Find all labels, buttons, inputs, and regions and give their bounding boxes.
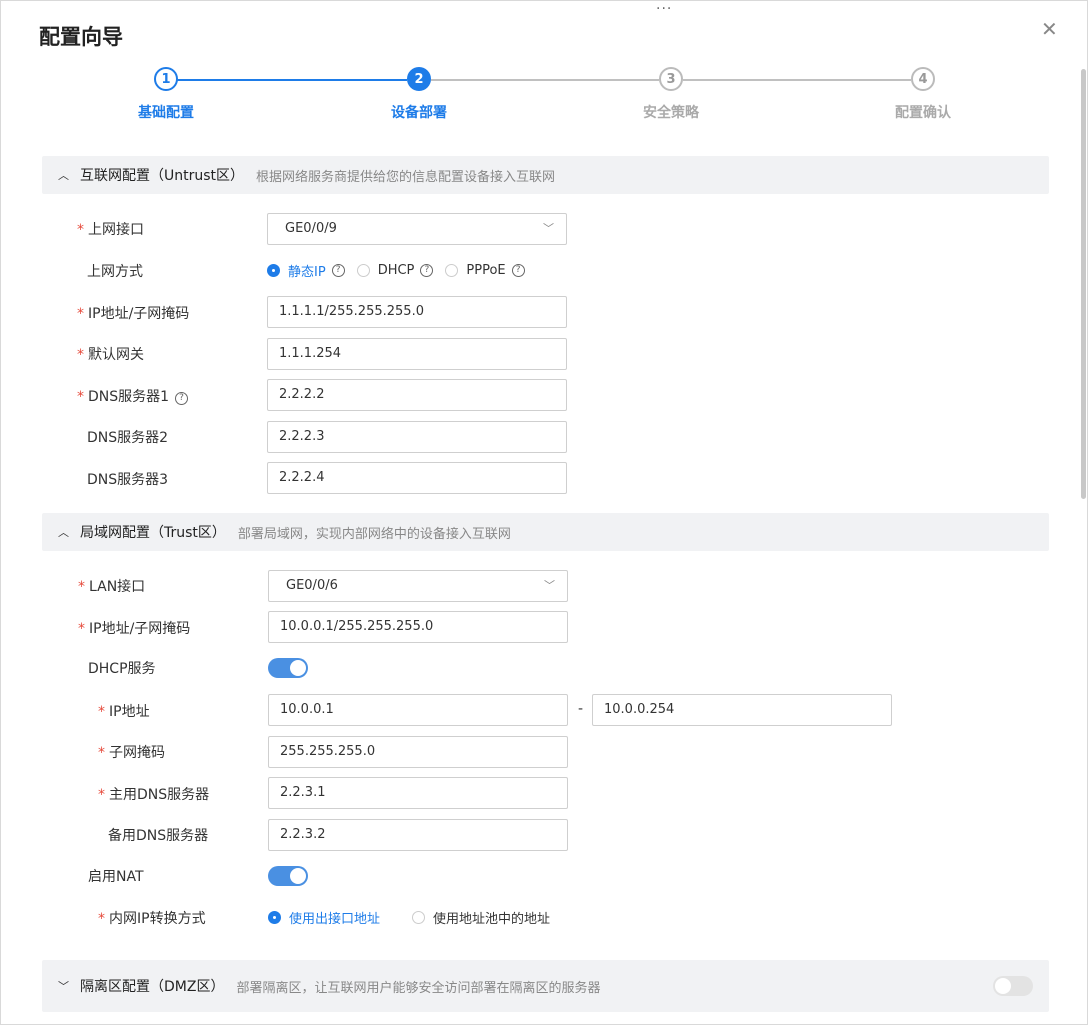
dns3-input[interactable]: 2.2.2.4: [267, 462, 567, 494]
step-1-circle[interactable]: 1: [154, 67, 178, 91]
select-value: GE0/0/9: [285, 221, 337, 236]
gateway-input[interactable]: 1.1.1.254: [267, 338, 567, 370]
radio-dot: [412, 911, 426, 924]
enable-nat-toggle[interactable]: [268, 866, 308, 886]
chevron-down-icon: ﹀: [544, 579, 555, 592]
dns3-label: DNS服务器3: [87, 472, 169, 488]
pool-end-input[interactable]: 10.0.0.254: [592, 694, 892, 726]
lan-section-header[interactable]: ︿ 局域网配置（Trust区） 部署局域网，实现内部网络中的设备接入互联网: [42, 513, 1049, 551]
ip-mask-label: * IP地址/子网掩码: [77, 306, 190, 322]
pool-start-input[interactable]: 10.0.0.1: [268, 694, 568, 726]
close-icon[interactable]: ✕: [1041, 19, 1058, 39]
subnet-mask-input[interactable]: 255.255.255.0: [268, 736, 568, 768]
chevron-up-icon[interactable]: ︿: [58, 524, 80, 540]
step-1-label[interactable]: 基础配置: [106, 102, 226, 122]
internet-section-header[interactable]: ︿ 互联网配置（Untrust区） 根据网络服务商提供给您的信息配置设备接入互联…: [42, 156, 1049, 194]
lan-ip-mask-label: * IP地址/子网掩码: [78, 621, 191, 637]
enable-nat-label: 启用NAT: [88, 869, 144, 885]
radio-dot: [356, 264, 370, 277]
uplink-interface-select[interactable]: GE0/0/9 ﹀: [267, 213, 567, 245]
radio-dot: [445, 264, 459, 277]
nat-mode-label: * 内网IP转换方式: [98, 911, 206, 927]
radio-dhcp[interactable]: DHCP?: [356, 263, 434, 278]
section-description: 根据网络服务商提供给您的信息配置设备接入互联网: [256, 169, 556, 185]
dns2-label: DNS服务器2: [87, 430, 169, 446]
gateway-label: * 默认网关: [77, 347, 144, 363]
dmz-section-header[interactable]: ﹀ 隔离区配置（DMZ区） 部署隔离区，让互联网用户能够安全访问部署在隔离区的服…: [42, 960, 1049, 1012]
lan-interface-select[interactable]: GE0/0/6 ﹀: [268, 570, 568, 602]
section-description: 部署局域网，实现内部网络中的设备接入互联网: [237, 526, 511, 542]
step-connector: [431, 79, 659, 81]
nat-mode-radio-group: 使用出接口地址 使用地址池中的地址: [268, 908, 562, 927]
dhcp-service-label: DHCP服务: [88, 661, 156, 677]
secondary-dns-label: 备用DNS服务器: [108, 828, 209, 844]
chevron-down-icon: ﹀: [543, 222, 554, 235]
radio-pppoe[interactable]: PPPoE?: [445, 263, 525, 278]
select-value: GE0/0/6: [286, 578, 338, 593]
radio-dot: [268, 911, 281, 924]
section-title: 隔离区配置（DMZ区）: [80, 979, 225, 995]
radio-dot: [267, 264, 280, 277]
section-title: 局域网配置（Trust区）: [80, 525, 226, 541]
lan-port-label: * LAN接口: [78, 579, 146, 595]
step-2-label[interactable]: 设备部署: [359, 102, 479, 122]
dmz-toggle[interactable]: [993, 976, 1033, 996]
lan-ip-mask-input[interactable]: 10.0.0.1/255.255.255.0: [268, 611, 568, 643]
scrollbar-thumb[interactable]: [1081, 69, 1086, 499]
step-connector: [683, 79, 911, 81]
section-title: 互联网配置（Untrust区）: [80, 168, 245, 184]
step-3-circle: 3: [659, 67, 683, 91]
help-icon[interactable]: ?: [420, 264, 434, 277]
access-mode-label: 上网方式: [87, 264, 143, 280]
radio-address-pool[interactable]: 使用地址池中的地址: [412, 908, 550, 927]
chevron-down-icon[interactable]: ﹀: [58, 978, 80, 994]
section-description: 部署隔离区，让互联网用户能够安全访问部署在隔离区的服务器: [236, 980, 601, 996]
ip-mask-input[interactable]: 1.1.1.1/255.255.255.0: [267, 296, 567, 328]
subnet-mask-label: * 子网掩码: [98, 745, 165, 761]
drag-handle[interactable]: ···: [656, 1, 672, 17]
access-mode-radio-group: 静态IP? DHCP? PPPoE?: [267, 261, 537, 280]
uplink-label: * 上网接口: [77, 222, 144, 238]
step-2-circle[interactable]: 2: [407, 67, 431, 91]
primary-dns-input[interactable]: 2.2.3.1: [268, 777, 568, 809]
range-separator: -: [578, 701, 584, 717]
dns1-label: * DNS服务器1?: [77, 386, 189, 406]
primary-dns-label: * 主用DNS服务器: [98, 787, 210, 803]
step-3-label: 安全策略: [643, 105, 699, 121]
step-4-circle: 4: [911, 67, 935, 91]
chevron-up-icon[interactable]: ︿: [58, 167, 80, 183]
dns2-input[interactable]: 2.2.2.3: [267, 421, 567, 453]
help-icon[interactable]: ?: [511, 264, 525, 277]
pool-ip-label: * IP地址: [98, 704, 150, 720]
wizard-stepper: 1 2 3 4 基础配置 设备部署 安全策略 配置确认: [1, 67, 1088, 127]
dialog-title: 配置向导: [39, 25, 123, 49]
dhcp-service-toggle[interactable]: [268, 658, 308, 678]
help-icon[interactable]: ?: [331, 264, 345, 277]
help-icon[interactable]: ?: [175, 392, 189, 405]
radio-static-ip[interactable]: 静态IP?: [267, 261, 345, 280]
step-connector: [177, 79, 407, 81]
config-wizard-dialog: ··· 配置向导 ✕ 1 2 3 4 基础配置 设备部署 安全策略 配置确认 ︿…: [0, 0, 1088, 1025]
step-4-label: 配置确认: [895, 105, 951, 121]
radio-outbound-interface[interactable]: 使用出接口地址: [268, 908, 380, 927]
dns1-input[interactable]: 2.2.2.2: [267, 379, 567, 411]
secondary-dns-input[interactable]: 2.2.3.2: [268, 819, 568, 851]
